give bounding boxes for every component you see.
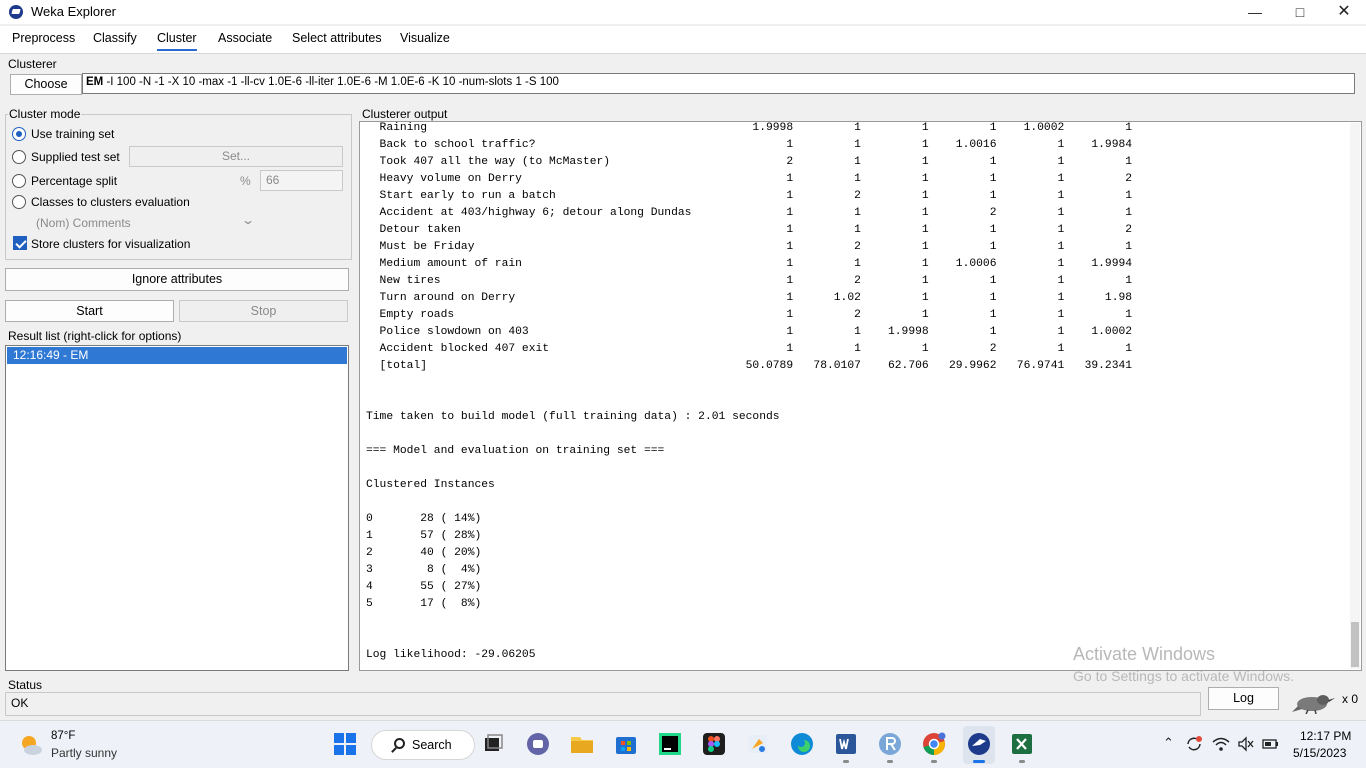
tab-cluster[interactable]: Cluster xyxy=(157,31,197,51)
percentage-split-radio[interactable] xyxy=(12,174,26,188)
word-running-dot xyxy=(843,760,849,763)
weather-temperature: 87°F xyxy=(51,730,76,742)
clusterer-algorithm: EM xyxy=(86,76,104,88)
pycharm-icon[interactable] xyxy=(657,731,683,757)
clusterer-output-area[interactable]: Raining 1.9998 1 1 1 1.0002 1 Back to sc… xyxy=(359,121,1362,671)
classes-to-clusters-radio[interactable] xyxy=(12,195,26,209)
choose-button[interactable]: Choose xyxy=(10,74,82,95)
store-clusters-label: Store clusters for visualization xyxy=(31,237,191,251)
tab-select-attributes[interactable]: Select attributes xyxy=(292,31,382,49)
result-list-item[interactable]: 12:16:49 - EM xyxy=(7,347,347,364)
weka-running-dot xyxy=(973,760,985,763)
file-explorer-icon[interactable] xyxy=(569,731,595,757)
status-bar: OK xyxy=(5,692,1201,716)
task-view-icon[interactable] xyxy=(480,731,506,757)
supplied-test-set-label: Supplied test set xyxy=(31,150,120,164)
battery-icon[interactable] xyxy=(1261,737,1279,751)
clusterer-group-label: Clusterer xyxy=(8,57,57,71)
percentage-split-field[interactable]: 66 xyxy=(260,170,343,191)
tab-classify[interactable]: Classify xyxy=(93,31,137,49)
clock-date[interactable]: 5/15/2023 xyxy=(1293,746,1346,760)
maximize-button[interactable]: □ xyxy=(1277,0,1323,24)
volume-muted-icon[interactable] xyxy=(1237,736,1255,752)
percentage-split-label: Percentage split xyxy=(31,174,118,188)
clusterer-config-field[interactable]: EM -I 100 -N -1 -X 10 -max -1 -ll-cv 1.0… xyxy=(82,73,1355,94)
window-title: Weka Explorer xyxy=(31,4,117,19)
store-icon[interactable] xyxy=(613,731,639,757)
class-attribute-select[interactable]: (Nom) Comments xyxy=(36,216,131,230)
close-button[interactable]: ✕ xyxy=(1321,0,1366,24)
partly-sunny-icon[interactable] xyxy=(19,733,43,757)
result-list-label: Result list (right-click for options) xyxy=(8,329,182,343)
cluster-mode-group-label: Cluster mode xyxy=(8,107,82,121)
word-icon[interactable] xyxy=(833,731,859,757)
use-training-set-radio[interactable] xyxy=(12,127,26,141)
tab-bar: Preprocess Classify Cluster Associate Se… xyxy=(0,26,1366,54)
clusterer-options: -I 100 -N -1 -X 10 -max -1 -ll-cv 1.0E-6… xyxy=(103,76,559,88)
start-icon[interactable] xyxy=(332,731,358,757)
weka-app-icon xyxy=(9,5,23,19)
use-training-set-label: Use training set xyxy=(31,127,115,141)
status-text: OK xyxy=(11,696,29,710)
stop-button[interactable]: Stop xyxy=(179,300,348,322)
ignore-attributes-button[interactable]: Ignore attributes xyxy=(5,268,349,291)
percent-sign: % xyxy=(240,174,251,188)
activate-windows-subtitle: Go to Settings to activate Windows. xyxy=(1073,668,1294,684)
start-button[interactable]: Start xyxy=(5,300,174,322)
chrome-icon[interactable] xyxy=(921,731,947,757)
taskbar-search[interactable]: Search xyxy=(371,730,475,760)
figma-icon[interactable] xyxy=(701,731,727,757)
wifi-icon[interactable] xyxy=(1212,736,1230,752)
excel-icon[interactable] xyxy=(1009,731,1035,757)
clock-time[interactable]: 12:17 PM xyxy=(1300,729,1351,743)
chevron-up-icon[interactable]: ⌃ xyxy=(1163,735,1174,751)
weather-description: Partly sunny xyxy=(51,746,118,760)
title-bar: Weka Explorer — □ ✕ xyxy=(0,0,1366,24)
output-scroll-thumb[interactable] xyxy=(1351,622,1359,667)
supplied-test-set-radio[interactable] xyxy=(12,150,26,164)
minimize-button[interactable]: — xyxy=(1232,0,1278,24)
clusterer-output-label: Clusterer output xyxy=(362,107,448,121)
result-list[interactable]: 12:16:49 - EM xyxy=(5,345,349,671)
paint-icon[interactable] xyxy=(745,731,771,757)
search-icon xyxy=(394,738,405,749)
r-icon[interactable] xyxy=(877,731,903,757)
chrome-running-dot xyxy=(931,760,937,763)
output-scrollbar[interactable] xyxy=(1350,123,1360,669)
r-running-dot xyxy=(887,760,893,763)
weka-bird-icon[interactable] xyxy=(1290,692,1336,714)
tab-visualize[interactable]: Visualize xyxy=(400,31,450,49)
task-count: x 0 xyxy=(1342,692,1359,706)
store-clusters-checkbox[interactable] xyxy=(13,236,27,250)
excel-running-dot xyxy=(1019,760,1025,763)
status-label: Status xyxy=(8,678,43,692)
edge-icon[interactable] xyxy=(789,731,815,757)
chat-icon[interactable] xyxy=(525,731,551,757)
tab-associate[interactable]: Associate xyxy=(218,31,272,49)
set-test-set-button[interactable]: Set... xyxy=(129,146,343,167)
clusterer-output-text: Raining 1.9998 1 1 1 1.0002 1 Back to sc… xyxy=(366,122,1133,661)
taskbar xyxy=(0,720,1366,768)
classes-to-clusters-label: Classes to clusters evaluation xyxy=(31,195,190,209)
tab-preprocess[interactable]: Preprocess xyxy=(12,31,75,49)
weka-icon[interactable] xyxy=(966,731,992,757)
activate-windows-title: Activate Windows xyxy=(1073,644,1216,664)
search-label: Search xyxy=(412,738,452,752)
chevron-down-icon[interactable]: ⌄ xyxy=(241,213,255,227)
log-button[interactable]: Log xyxy=(1208,687,1279,710)
sync-icon[interactable] xyxy=(1185,735,1203,753)
